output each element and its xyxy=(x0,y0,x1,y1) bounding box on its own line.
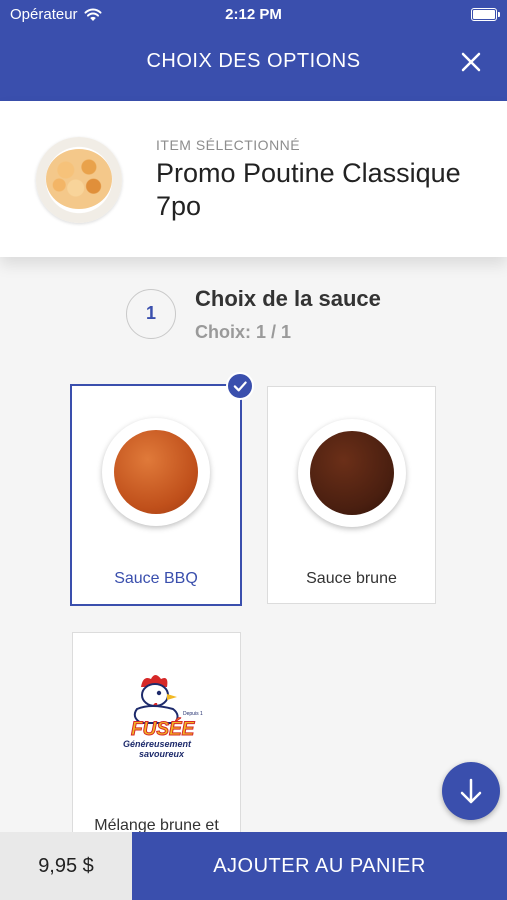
logo-brand: FUSÉE xyxy=(131,718,196,740)
option-melange[interactable]: Depuis 1993 FUSÉE Généreusement savoureu… xyxy=(72,632,241,842)
price-total: 9,95 $ xyxy=(0,832,132,900)
logo-tagline-1: Généreusement xyxy=(123,739,192,749)
step-number: 1 xyxy=(126,289,176,339)
status-bar: Opérateur 2:12 PM xyxy=(0,0,507,30)
page-title: CHOIX DES OPTIONS xyxy=(146,50,361,72)
option-label: Sauce BBQ xyxy=(114,570,198,587)
status-time: 2:12 PM xyxy=(225,6,282,23)
option-sauce-bbq[interactable]: Sauce BBQ xyxy=(70,384,242,606)
item-thumbnail xyxy=(36,137,122,223)
step-title: Choix de la sauce xyxy=(195,286,381,311)
bbq-sauce-image xyxy=(102,418,210,526)
fusee-logo: Depuis 1993 FUSÉE Généreusement savoureu… xyxy=(111,669,211,769)
selected-item-card: ITEM SÉLECTIONNÉ Promo Poutine Classique… xyxy=(0,101,507,257)
checkmark-icon xyxy=(226,372,254,400)
logo-since: Depuis 1993 xyxy=(183,711,203,717)
header: Opérateur 2:12 PM CHOIX DES OPTIONS xyxy=(0,0,507,101)
add-to-cart-button[interactable]: AJOUTER AU PANIER xyxy=(132,832,507,900)
bottom-bar: 9,95 $ AJOUTER AU PANIER xyxy=(0,832,507,900)
arrow-down-icon xyxy=(460,778,482,804)
logo-tagline-2: savoureux xyxy=(139,749,185,759)
battery-icon xyxy=(471,8,500,21)
scroll-down-button[interactable] xyxy=(442,762,500,820)
item-selected-label: ITEM SÉLECTIONNÉ xyxy=(156,137,301,153)
step-choice-count: Choix: 1 / 1 xyxy=(195,322,292,342)
brown-sauce-image xyxy=(297,419,406,527)
option-sauce-brune[interactable]: Sauce brune xyxy=(267,386,436,604)
poutine-image xyxy=(46,149,112,209)
option-label: Sauce brune xyxy=(306,570,397,587)
item-name: Promo Poutine Classique 7po xyxy=(156,158,461,221)
close-icon[interactable] xyxy=(459,50,483,74)
